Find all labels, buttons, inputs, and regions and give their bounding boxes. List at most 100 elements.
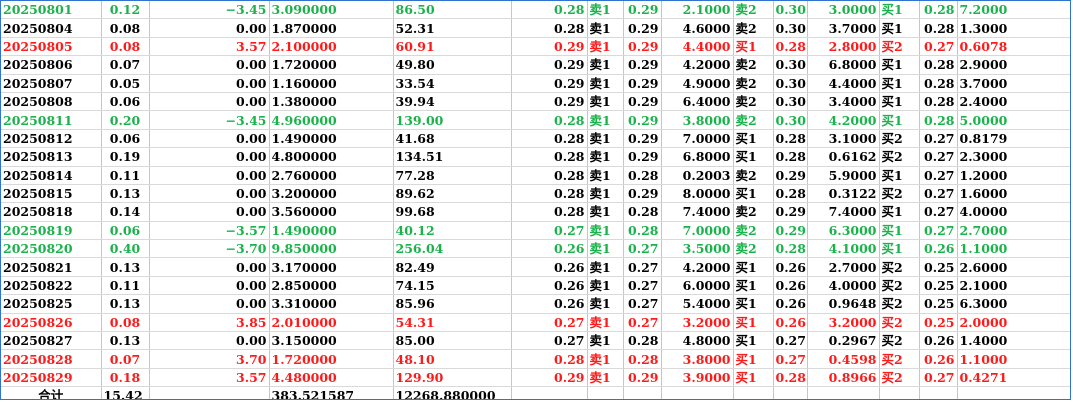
table-cell[interactable]: 3.7000 bbox=[957, 74, 1070, 93]
table-cell[interactable]: 0.28 bbox=[773, 129, 808, 149]
table-cell[interactable]: 卖1 bbox=[587, 349, 624, 369]
table-cell[interactable]: 139.00 bbox=[393, 110, 512, 130]
table-cell[interactable]: 4.2000 bbox=[661, 257, 734, 277]
table-cell[interactable]: 20250829 bbox=[1, 368, 102, 388]
table-cell[interactable]: 卖1 bbox=[587, 276, 624, 296]
table-cell[interactable]: 卖1 bbox=[587, 147, 624, 167]
table-cell[interactable]: 0.26 bbox=[773, 276, 808, 296]
table-cell[interactable]: 0.27 bbox=[623, 239, 662, 259]
table-cell[interactable]: 2.9000 bbox=[957, 55, 1070, 75]
table-cell[interactable]: 1.3000 bbox=[957, 18, 1070, 38]
table-cell[interactable]: 60.91 bbox=[393, 37, 512, 57]
table-cell[interactable]: 0.25 bbox=[919, 257, 958, 277]
table-cell[interactable]: 0.40 bbox=[101, 239, 150, 259]
table-cell[interactable]: 买1 bbox=[733, 294, 774, 314]
table-cell[interactable]: 4.2000 bbox=[807, 110, 880, 130]
table-cell[interactable]: 20250827 bbox=[1, 331, 102, 351]
table-cell[interactable]: 买1 bbox=[879, 74, 920, 93]
table-cell[interactable]: 0.28 bbox=[623, 221, 662, 241]
table-cell[interactable]: 6.4000 bbox=[661, 92, 734, 112]
table-cell[interactable]: 2.010000 bbox=[269, 313, 394, 333]
table-cell[interactable]: 买1 bbox=[733, 331, 774, 351]
table-cell[interactable]: 0.27 bbox=[623, 294, 662, 314]
table-cell[interactable] bbox=[733, 386, 774, 399]
table-cell[interactable]: 2.7000 bbox=[957, 221, 1070, 241]
table-cell[interactable]: 0.28 bbox=[511, 202, 588, 222]
table-cell[interactable]: 0.28 bbox=[919, 18, 958, 38]
table-cell[interactable]: 卖2 bbox=[733, 18, 774, 38]
table-cell[interactable]: 0.00 bbox=[149, 92, 270, 112]
table-cell[interactable]: 0.6162 bbox=[807, 147, 880, 167]
table-cell[interactable]: 0.28 bbox=[773, 239, 808, 259]
table-cell[interactable]: 0.00 bbox=[149, 257, 270, 277]
table-cell[interactable]: 0.00 bbox=[149, 18, 270, 38]
table-cell[interactable]: 5.9000 bbox=[807, 166, 880, 185]
table-cell[interactable]: 卖1 bbox=[587, 257, 624, 277]
table-cell[interactable]: 买2 bbox=[879, 147, 920, 167]
table-cell[interactable]: 3.57 bbox=[149, 368, 270, 388]
table-cell[interactable]: 0.29 bbox=[511, 37, 588, 57]
table-cell[interactable] bbox=[807, 386, 880, 399]
table-cell[interactable]: 52.31 bbox=[393, 18, 512, 38]
table-cell[interactable]: 9.850000 bbox=[269, 239, 394, 259]
table-cell[interactable]: 6.3000 bbox=[957, 294, 1070, 314]
table-cell[interactable]: 0.26 bbox=[919, 349, 958, 369]
table-cell[interactable]: 0.28 bbox=[773, 147, 808, 167]
table-cell[interactable]: 0.29 bbox=[623, 110, 662, 130]
table-cell[interactable]: 41.68 bbox=[393, 129, 512, 149]
table-cell[interactable]: 0.2003 bbox=[661, 166, 734, 185]
table-cell[interactable]: 3.5000 bbox=[661, 239, 734, 259]
table-cell[interactable]: 0.27 bbox=[919, 147, 958, 167]
table-cell[interactable]: 3.310000 bbox=[269, 294, 394, 314]
table-cell[interactable]: 买1 bbox=[879, 92, 920, 112]
table-cell[interactable]: 20250807 bbox=[1, 74, 102, 93]
table-cell[interactable]: 卖2 bbox=[733, 74, 774, 93]
table-cell[interactable]: 0.27 bbox=[919, 202, 958, 222]
table-cell[interactable]: 0.28 bbox=[919, 1, 958, 20]
table-cell[interactable]: 0.18 bbox=[101, 368, 150, 388]
table-cell[interactable]: 33.54 bbox=[393, 74, 512, 93]
table-cell[interactable]: 0.00 bbox=[149, 129, 270, 149]
table-cell[interactable]: 买1 bbox=[733, 313, 774, 333]
table-cell[interactable]: 4.960000 bbox=[269, 110, 394, 130]
table-cell[interactable]: 卖1 bbox=[587, 202, 624, 222]
table-cell[interactable]: 20250801 bbox=[1, 1, 102, 20]
table-cell[interactable]: 买1 bbox=[879, 239, 920, 259]
table-cell[interactable]: 383.521587 bbox=[269, 386, 394, 399]
table-cell[interactable] bbox=[919, 386, 958, 399]
table-cell[interactable]: 0.00 bbox=[149, 331, 270, 351]
table-cell[interactable]: 0.29 bbox=[623, 74, 662, 93]
table-cell[interactable]: 卖2 bbox=[733, 1, 774, 20]
table-cell[interactable]: 3.8000 bbox=[661, 110, 734, 130]
table-cell[interactable]: 0.29 bbox=[623, 147, 662, 167]
table-cell[interactable]: 2.760000 bbox=[269, 166, 394, 185]
table-cell[interactable]: 6.0000 bbox=[661, 276, 734, 296]
table-cell[interactable]: 20250811 bbox=[1, 110, 102, 130]
table-cell[interactable]: 0.28 bbox=[623, 202, 662, 222]
table-cell[interactable]: 15.42 bbox=[101, 386, 150, 399]
table-cell[interactable]: 3.8000 bbox=[661, 349, 734, 369]
table-cell[interactable]: 2.3000 bbox=[957, 147, 1070, 167]
table-cell[interactable]: 0.13 bbox=[101, 294, 150, 314]
table-cell[interactable]: 0.27 bbox=[919, 221, 958, 241]
table-cell[interactable]: 5.0000 bbox=[957, 110, 1070, 130]
table-cell[interactable]: 0.00 bbox=[149, 147, 270, 167]
table-cell[interactable]: 48.10 bbox=[393, 349, 512, 369]
table-cell[interactable]: 0.08 bbox=[101, 313, 150, 333]
table-cell[interactable]: 0.05 bbox=[101, 74, 150, 93]
table-cell[interactable]: 买1 bbox=[879, 1, 920, 20]
table-cell[interactable] bbox=[623, 386, 662, 399]
table-cell[interactable]: 0.4598 bbox=[807, 349, 880, 369]
table-cell[interactable]: 6.3000 bbox=[807, 221, 880, 241]
table-cell[interactable]: 0.27 bbox=[511, 313, 588, 333]
table-cell[interactable]: 3.85 bbox=[149, 313, 270, 333]
table-cell[interactable]: 0.26 bbox=[511, 294, 588, 314]
table-cell[interactable]: 4.9000 bbox=[661, 74, 734, 93]
table-cell[interactable]: 1.720000 bbox=[269, 349, 394, 369]
table-cell[interactable]: 0.28 bbox=[773, 368, 808, 388]
table-cell[interactable]: 0.27 bbox=[511, 331, 588, 351]
table-cell[interactable]: 0.26 bbox=[511, 257, 588, 277]
table-cell[interactable]: 3.2000 bbox=[661, 313, 734, 333]
table-cell[interactable]: 0.11 bbox=[101, 276, 150, 296]
table-cell[interactable]: 卖1 bbox=[587, 55, 624, 75]
